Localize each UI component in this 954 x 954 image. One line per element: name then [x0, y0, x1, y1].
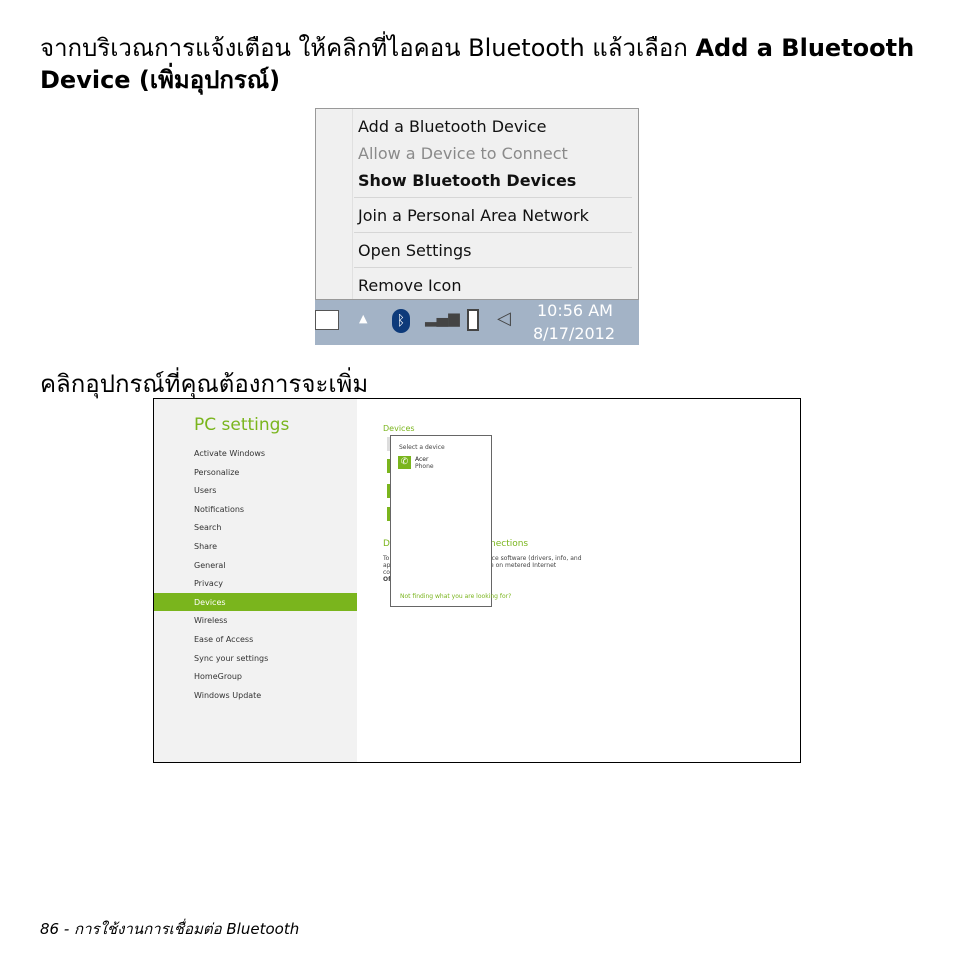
page-footer: 86 - การใช้งานการเชื่อมต่อ Bluetooth [40, 920, 300, 938]
clock-date[interactable]: 8/17/2012 [533, 324, 615, 343]
selected-highlight [154, 593, 357, 611]
menu-item-remove-icon[interactable]: Remove Icon [358, 276, 461, 295]
sidebar-item-share[interactable]: Share [194, 542, 217, 551]
para-fragment: e on metered Internet [490, 562, 557, 569]
device-type: Phone [415, 463, 434, 470]
sidebar-item-homegroup[interactable]: HomeGroup [194, 672, 242, 681]
sidebar-item-notifications[interactable]: Notifications [194, 505, 244, 514]
sidebar-item-sync-your-settings[interactable]: Sync your settings [194, 654, 268, 663]
popup-title: Select a device [399, 444, 445, 451]
battery-icon[interactable] [467, 309, 479, 331]
sidebar-item-users[interactable]: Users [194, 486, 216, 495]
section-heading-right: nections [490, 539, 529, 549]
sidebar-item-devices[interactable]: Devices [194, 598, 226, 607]
clock-time[interactable]: 10:56 AM [537, 301, 613, 320]
menu-item-open-settings[interactable]: Open Settings [358, 241, 471, 260]
sidebar-item-general[interactable]: General [194, 561, 226, 570]
phone-icon[interactable]: ✆ [398, 456, 411, 469]
step-1-text: จากบริเวณการแจ้งเตือน ให้คลิกที่ไอคอน Bl… [40, 34, 696, 62]
volume-icon[interactable]: ◁ [497, 308, 511, 329]
network-signal-icon[interactable]: ▂▄▆ [425, 309, 460, 327]
sidebar-item-activate-windows[interactable]: Activate Windows [194, 449, 265, 458]
sidebar-item-ease-of-access[interactable]: Ease of Access [194, 635, 253, 644]
step-1-instruction: จากบริเวณการแจ้งเตือน ให้คลิกที่ไอคอน Bl… [40, 32, 920, 96]
para-fragment: ice software (drivers, info, and [490, 555, 582, 562]
menu-item-allow-device: Allow a Device to Connect [358, 144, 568, 163]
bluetooth-context-menu-screenshot: Add a Bluetooth Device Allow a Device to… [315, 108, 639, 345]
menu-item-add-device[interactable]: Add a Bluetooth Device [358, 117, 546, 136]
show-hidden-icons-chevron[interactable]: ▲ [359, 312, 367, 325]
menu-item-show-devices[interactable]: Show Bluetooth Devices [358, 171, 576, 190]
pc-settings-screenshot: PC settings Activate Windows Personalize U… [153, 398, 801, 763]
sidebar-item-wireless[interactable]: Wireless [194, 616, 227, 625]
menu-item-join-pan[interactable]: Join a Personal Area Network [358, 206, 589, 225]
sidebar-item-windows-update[interactable]: Windows Update [194, 691, 261, 700]
pc-settings-sidebar: PC settings Activate Windows Personalize U… [154, 399, 357, 762]
devices-heading: Devices [383, 424, 415, 433]
para-fragment: co [383, 569, 390, 576]
bluetooth-icon[interactable]: ᛒ [392, 309, 410, 333]
sidebar-item-privacy[interactable]: Privacy [194, 579, 223, 588]
context-menu: Add a Bluetooth Device Allow a Device to… [315, 108, 639, 300]
taskbar: ▲ ᛒ ▂▄▆ ◁ 10:56 AM 8/17/2012 [315, 300, 639, 345]
sidebar-item-search[interactable]: Search [194, 523, 221, 532]
keyboard-icon[interactable] [315, 310, 339, 330]
sidebar-item-personalize[interactable]: Personalize [194, 468, 239, 477]
device-name[interactable]: Acer [415, 456, 428, 463]
not-finding-link[interactable]: Not finding what you are looking for? [400, 593, 511, 600]
para-fragment: To [383, 555, 390, 562]
pc-settings-title: PC settings [194, 415, 290, 435]
select-device-popup: Select a device ✆ Acer Phone Not finding… [390, 435, 511, 607]
